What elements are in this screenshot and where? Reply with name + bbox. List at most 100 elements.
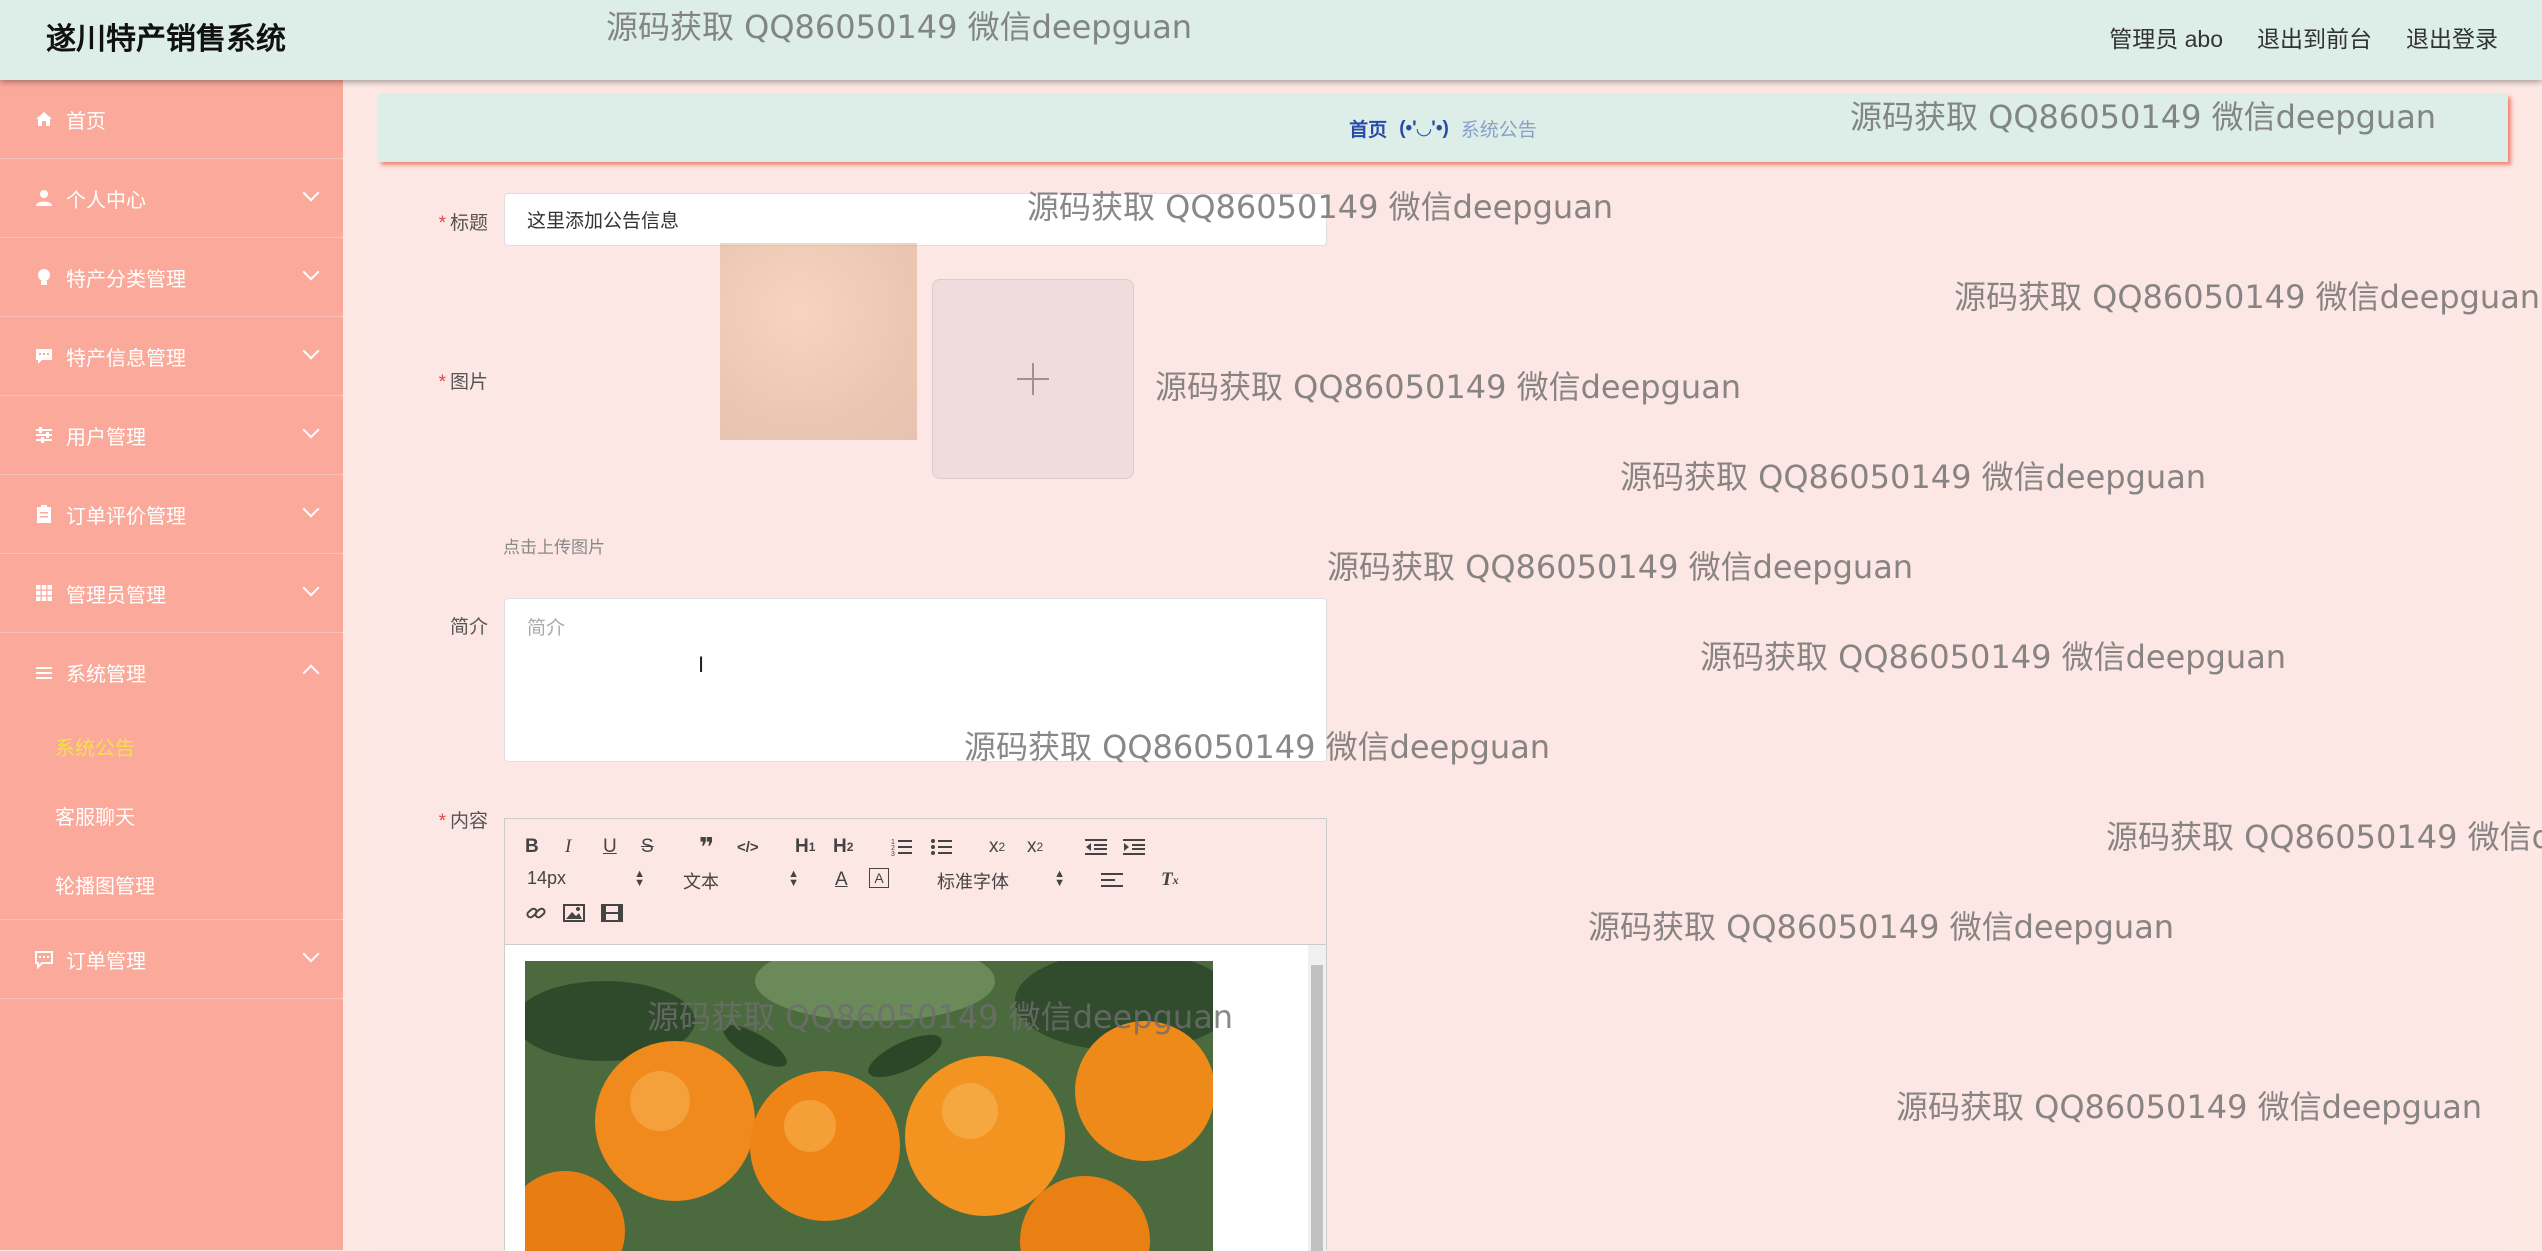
outdent-icon[interactable]	[1085, 835, 1107, 859]
sidebar-item-label: 管理员管理	[66, 584, 166, 607]
editor-toolbar: B I U S ❞ </> H1 H2 123 x2 x2 14px ▲ ▼ 文本 ▲…	[505, 819, 1326, 945]
chat-icon	[34, 346, 54, 366]
title-label-text: 标题	[449, 213, 488, 234]
svg-text:3: 3	[891, 851, 895, 857]
required-mark: *	[438, 372, 446, 393]
sidebar-item-label: 订单评价管理	[66, 505, 186, 528]
sidebar-item-category[interactable]: 特产分类管理	[0, 238, 343, 317]
sidebar-item-users[interactable]: 用户管理	[0, 396, 343, 475]
header-select-value: 文本	[683, 872, 719, 892]
user-icon	[34, 188, 54, 208]
indent-icon[interactable]	[1123, 835, 1145, 859]
strike-icon[interactable]: S	[641, 835, 654, 859]
clipboard-icon	[34, 504, 54, 524]
superscript-icon[interactable]: x2	[1027, 835, 1043, 859]
text-cursor-icon: I	[698, 652, 705, 677]
required-mark: *	[438, 811, 446, 832]
chevron-down-icon	[302, 263, 320, 281]
clear-format-icon[interactable]: Tx	[1161, 868, 1179, 892]
header-1-icon[interactable]: H1	[795, 835, 815, 859]
font-family-value: 标准字体	[937, 872, 1009, 892]
uploaded-image-thumbnail[interactable]	[720, 243, 917, 440]
font-size-value: 14px	[527, 868, 567, 888]
message-icon	[34, 949, 54, 969]
list-icon	[34, 663, 54, 683]
underline-icon[interactable]: U	[603, 835, 617, 859]
image-insert-icon[interactable]	[563, 901, 585, 925]
intro-label: 简介	[378, 612, 488, 639]
chevron-down-icon	[302, 500, 320, 518]
chevron-down-icon	[302, 945, 320, 963]
sidebar-item-product[interactable]: 特产信息管理	[0, 317, 343, 396]
sidebar-subitem-customer-chat[interactable]: 客服聊天	[0, 781, 343, 850]
title-input[interactable]: 这里添加公告信息	[504, 193, 1327, 246]
intro-textarea[interactable]: 简介	[504, 598, 1327, 762]
rich-text-editor: B I U S ❞ </> H1 H2 123 x2 x2 14px ▲ ▼ 文本 ▲…	[504, 818, 1327, 1251]
upload-hint: 点击上传图片	[503, 538, 605, 557]
subscript-icon[interactable]: x2	[989, 835, 1005, 859]
text-color-icon[interactable]: A	[835, 868, 848, 892]
header-actions: 管理员 abo 退出到前台 退出登录	[2109, 20, 2498, 58]
sidebar-subitem-carousel[interactable]: 轮播图管理	[0, 850, 343, 920]
editor-content[interactable]	[505, 945, 1326, 1251]
breadcrumb-home-link[interactable]: 首页	[1349, 115, 1387, 142]
scrollbar-thumb[interactable]	[1311, 965, 1323, 1251]
header-2-icon[interactable]: H2	[833, 835, 853, 859]
font-family-select[interactable]: 标准字体 ▲ ▼	[937, 868, 1065, 894]
background-color-icon[interactable]: A	[869, 868, 889, 888]
align-icon[interactable]	[1101, 868, 1123, 892]
blockquote-icon[interactable]: ❞	[699, 832, 714, 862]
watermark-clip: 源码获取 QQ86050149 微信deepguan	[2106, 812, 2542, 862]
intro-label-text: 简介	[449, 617, 488, 638]
chevron-up-icon	[302, 664, 320, 682]
logout-link[interactable]: 退出登录	[2406, 20, 2498, 58]
title-label: * 标题	[378, 208, 488, 235]
app-title: 遂川特产销售系统	[46, 23, 286, 56]
sidebar-item-label: 特产信息管理	[66, 347, 186, 370]
breadcrumb-separator: (•'◡'•)	[1399, 117, 1449, 139]
breadcrumb: 首页 (•'◡'•) 系统公告	[378, 94, 2508, 162]
sidebar-item-label: 用户管理	[66, 426, 146, 449]
sidebar-item-order-review[interactable]: 订单评价管理	[0, 475, 343, 554]
sidebar: 首页 个人中心 特产分类管理 特产信息管理 用户管理 订单评价管理 管理员管理 …	[0, 80, 343, 1250]
sidebar-item-home[interactable]: 首页	[0, 80, 343, 159]
watermark-text: 源码获取 QQ86050149 微信deepguan	[2106, 818, 2542, 856]
code-block-icon[interactable]: </>	[737, 835, 759, 859]
sidebar-item-label: 首页	[66, 110, 106, 133]
italic-icon[interactable]: I	[565, 835, 571, 859]
sidebar-item-admins[interactable]: 管理员管理	[0, 554, 343, 633]
font-size-select[interactable]: 14px ▲ ▼	[527, 868, 645, 889]
chevron-down-icon	[302, 421, 320, 439]
sliders-icon	[34, 425, 54, 445]
sidebar-item-orders[interactable]: 订单管理	[0, 920, 343, 999]
chevron-down-icon	[302, 184, 320, 202]
sidebar-item-label: 特产分类管理	[66, 268, 186, 291]
ordered-list-icon[interactable]: 123	[891, 835, 913, 859]
image-label-text: 图片	[449, 372, 488, 393]
bulb-icon	[34, 267, 54, 287]
sidebar-item-system[interactable]: 系统管理	[0, 633, 343, 712]
sidebar-item-label: 订单管理	[66, 950, 146, 973]
bullet-list-icon[interactable]	[931, 835, 953, 859]
link-icon[interactable]	[525, 901, 547, 925]
home-icon	[34, 109, 54, 129]
header-select[interactable]: 文本 ▲ ▼	[683, 868, 799, 894]
breadcrumb-current: 系统公告	[1460, 119, 1537, 141]
chevron-down-icon	[302, 579, 320, 597]
editor-scrollbar[interactable]	[1308, 945, 1326, 1251]
select-arrows-icon: ▲ ▼	[634, 868, 645, 889]
select-arrows-icon: ▲ ▼	[1054, 868, 1065, 889]
required-mark: *	[438, 213, 446, 234]
sidebar-subitem-announcement[interactable]: 系统公告	[0, 712, 343, 781]
top-header: 遂川特产销售系统 管理员 abo 退出到前台 退出登录	[0, 0, 2542, 80]
image-upload-button[interactable]	[932, 279, 1134, 479]
image-label: * 图片	[378, 367, 488, 394]
grid-icon	[34, 583, 54, 603]
content-image[interactable]	[525, 961, 1213, 1251]
select-arrows-icon: ▲ ▼	[788, 868, 799, 889]
video-insert-icon[interactable]	[601, 901, 623, 925]
sidebar-item-profile[interactable]: 个人中心	[0, 159, 343, 238]
back-to-front-link[interactable]: 退出到前台	[2257, 20, 2372, 58]
chevron-down-icon	[302, 342, 320, 360]
bold-icon[interactable]: B	[525, 835, 539, 859]
